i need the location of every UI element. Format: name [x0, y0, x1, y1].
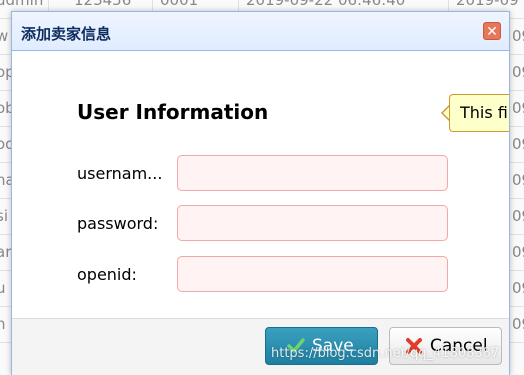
table-cell: 123456 — [74, 0, 132, 9]
table-cell: 09 — [512, 315, 524, 333]
table-cell: 09 — [512, 99, 524, 117]
table-cell: ddmin — [0, 0, 44, 9]
table-cell: 09 — [512, 63, 524, 81]
table-cell: si — [0, 207, 8, 225]
table-cell: ar — [0, 243, 12, 261]
watermark: https://blog.csdn.net/qq_41808387 — [271, 346, 500, 361]
username-field[interactable] — [177, 155, 448, 191]
table-cell: 09 — [512, 243, 524, 261]
section-title: User Information — [77, 100, 269, 124]
table-cell: u — [0, 279, 6, 297]
table-cell: 2019-09-22 06:46:40 — [246, 0, 406, 9]
table-cell: 09 — [512, 207, 524, 225]
username-label: usernam... — [77, 164, 163, 183]
openid-field[interactable] — [177, 256, 448, 292]
table-cell: n — [0, 315, 6, 333]
dialog-body: User Information usernam... password: op… — [12, 51, 509, 318]
table-cell: 2019-09 — [456, 0, 519, 9]
password-label: password: — [77, 214, 159, 233]
dialog-title: 添加卖家信息 — [21, 25, 112, 43]
table-cell: 09 — [512, 279, 524, 297]
close-button[interactable]: ✕ — [483, 22, 501, 40]
table-cell: 09 — [512, 135, 524, 153]
table-cell: 09 — [512, 27, 524, 45]
dialog-titlebar[interactable]: 添加卖家信息 ✕ — [12, 12, 509, 51]
table-cell: 09 — [512, 171, 524, 189]
table-cell: 0001 — [160, 0, 199, 9]
validation-tooltip: This fi — [449, 94, 509, 132]
add-seller-dialog: 添加卖家信息 ✕ User Information usernam... pas… — [11, 11, 510, 375]
openid-label: openid: — [77, 265, 137, 284]
close-icon: ✕ — [486, 24, 498, 40]
table-cell: w — [0, 27, 8, 45]
password-field[interactable] — [177, 205, 448, 241]
